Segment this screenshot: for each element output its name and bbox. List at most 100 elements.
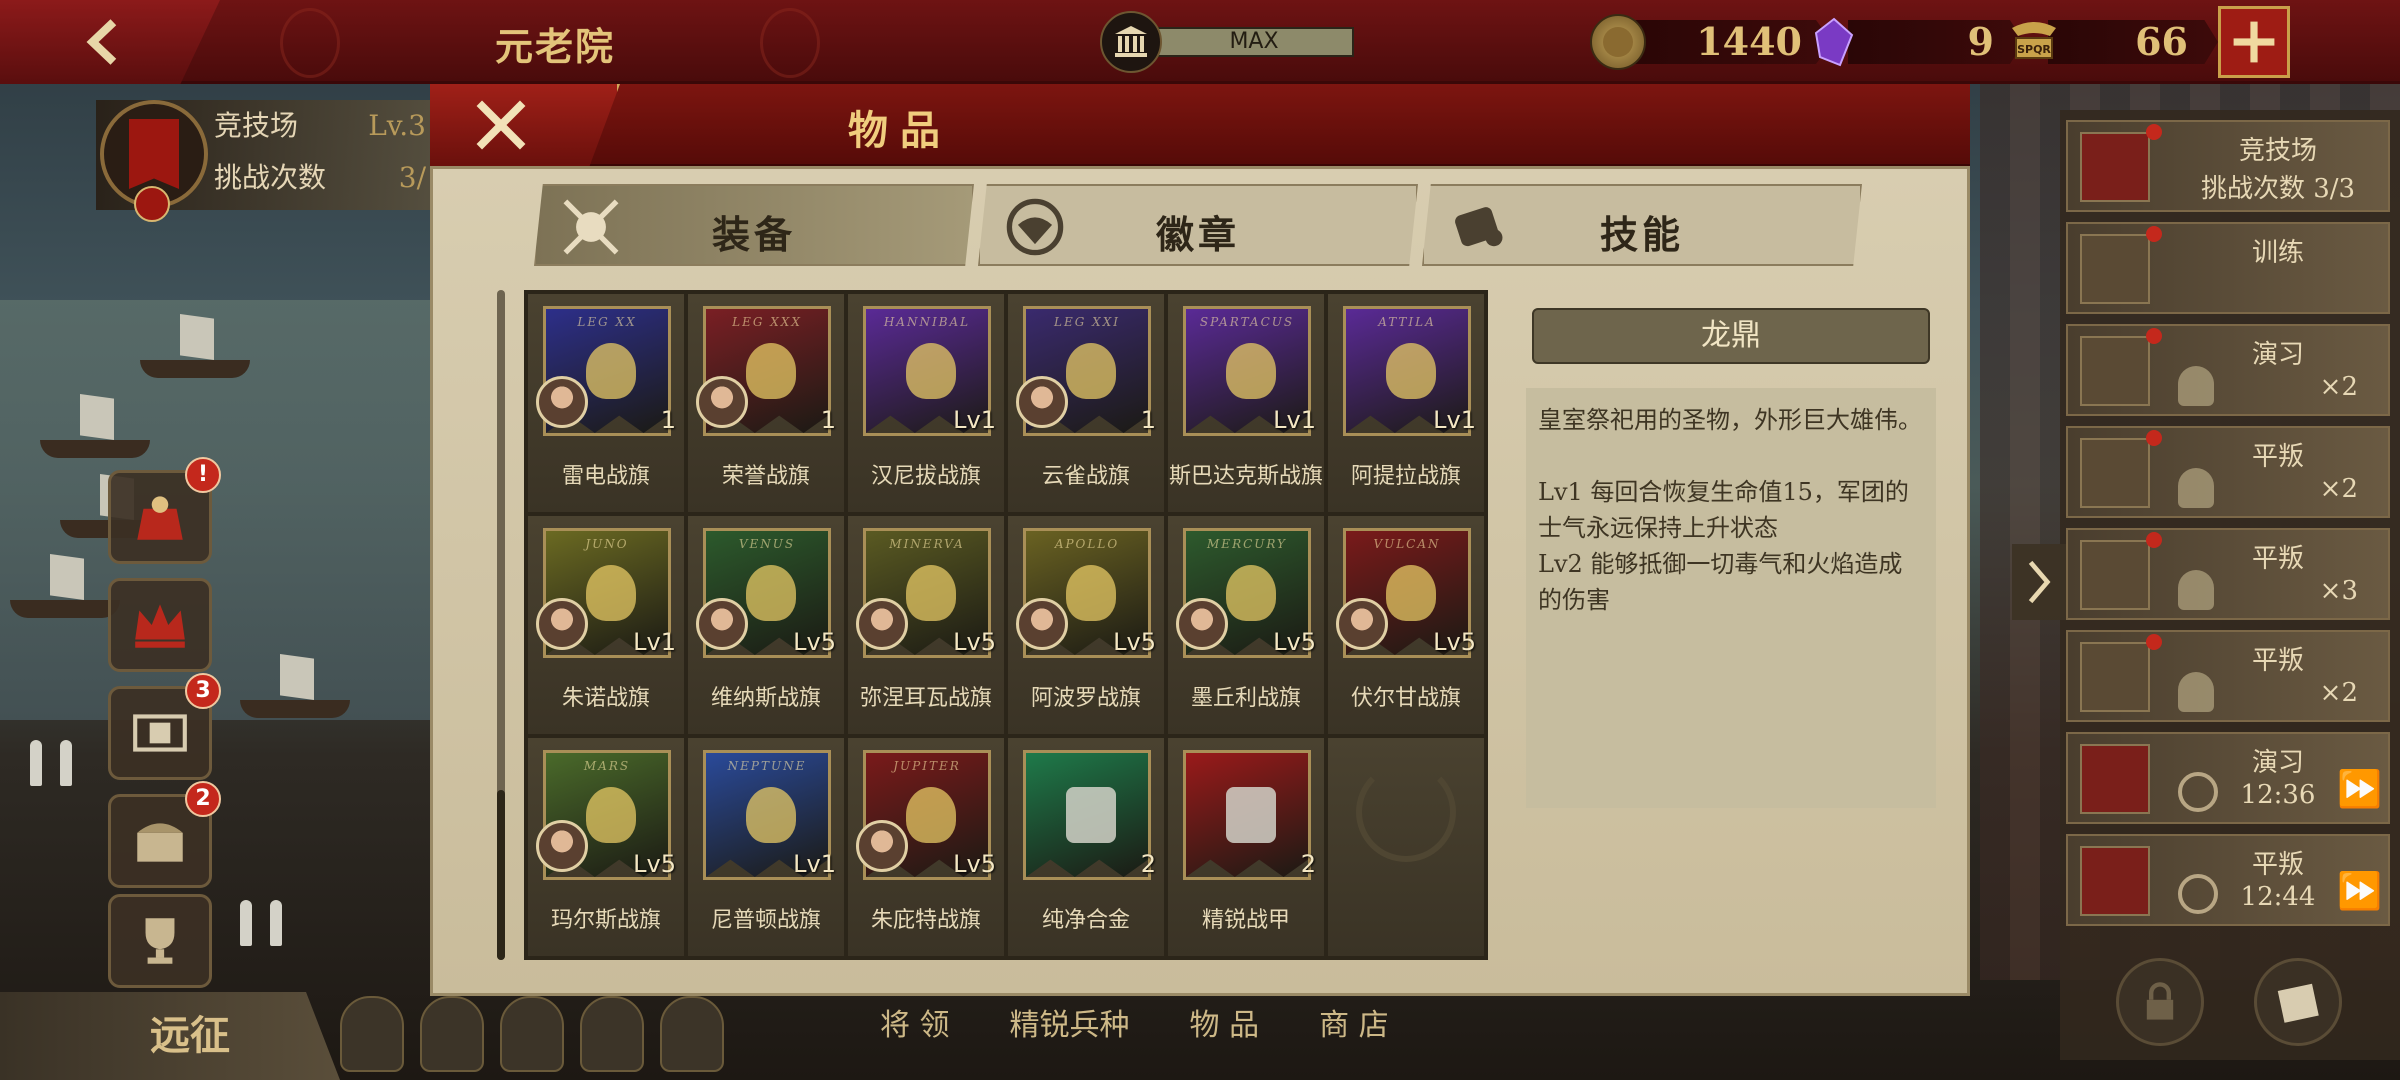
item-slot[interactable]: APOLLO Lv5 阿波罗战旗	[1008, 516, 1164, 734]
gem-resource[interactable]: 9	[1806, 14, 2024, 70]
nav-items[interactable]: 物 品	[1190, 1000, 1260, 1044]
helmet-icon[interactable]	[500, 996, 564, 1072]
item-slot[interactable]: JUNO Lv1 朱诺战旗	[528, 516, 684, 734]
item-slot[interactable]: HANNIBAL Lv1 汉尼拔战旗	[848, 294, 1004, 512]
quest-item[interactable]: 平叛 ×2	[2066, 630, 2390, 722]
lock-button[interactable]	[2116, 958, 2204, 1046]
item-level: Lv5	[793, 628, 836, 656]
arena-challenges-value: 3/	[398, 161, 426, 194]
item-slot[interactable]: LEG XXI 1 云雀战旗	[1008, 294, 1164, 512]
back-button[interactable]	[0, 0, 220, 84]
item-name: 弥涅耳瓦战旗	[859, 686, 992, 711]
item-slot[interactable]: 2 精锐战甲	[1168, 738, 1324, 956]
gem-icon	[1806, 14, 1862, 70]
nav-elite-troops[interactable]: 精锐兵种	[1010, 1000, 1130, 1044]
back-arrow-icon	[86, 19, 117, 65]
quest-item[interactable]: 演习 ×2	[2066, 324, 2390, 416]
quest-subtitle: ×2	[2319, 474, 2358, 504]
item-slot[interactable]: MARS Lv5 玛尔斯战旗	[528, 738, 684, 956]
expedition-button[interactable]: 远征	[0, 992, 340, 1080]
gift-bag-button[interactable]: !	[108, 457, 221, 564]
notification-badge: 3	[185, 673, 221, 709]
item-slot[interactable]: MERCURY Lv5 墨丘利战旗	[1168, 516, 1324, 734]
quest-subtitle: ×3	[2319, 576, 2358, 606]
quest-icon	[2080, 438, 2150, 508]
item-slot[interactable]: JUPITER Lv5 朱庇特战旗	[848, 738, 1004, 956]
tab-badges[interactable]: 徽章	[978, 184, 1418, 266]
banner-emblem-icon	[906, 565, 956, 621]
item-slot[interactable]: VULCAN Lv5 伏尔甘战旗	[1328, 516, 1484, 734]
quest-subtitle: 12:44	[2240, 882, 2316, 912]
close-button[interactable]	[430, 84, 620, 166]
banner-inscription: LEG XX	[577, 315, 637, 329]
arena-level: Lv.3	[368, 109, 426, 142]
quest-icon	[2080, 642, 2150, 712]
expand-panel-button[interactable]	[2012, 544, 2066, 620]
film-button[interactable]: 3	[108, 673, 221, 780]
tab-equipment[interactable]: 装备	[534, 184, 974, 266]
spqr-resource[interactable]: SPQR 66	[2006, 14, 2218, 70]
statue	[240, 900, 252, 946]
helmet-icon[interactable]	[420, 996, 484, 1072]
items-scrollbar[interactable]	[497, 290, 505, 960]
helmet-icon[interactable]	[580, 996, 644, 1072]
item-slot[interactable]: LEG XXX 1 荣誉战旗	[688, 294, 844, 512]
ship	[140, 360, 250, 378]
codex-button[interactable]	[2254, 958, 2342, 1046]
coin-resource[interactable]: 1440	[1590, 14, 1832, 70]
banner-inscription: APOLLO	[1054, 537, 1120, 551]
item-level: Lv1	[793, 850, 836, 878]
item-slot[interactable]: MINERVA Lv5 弥涅耳瓦战旗	[848, 516, 1004, 734]
item-slot-empty	[1328, 738, 1484, 956]
banner-emblem-icon	[1066, 565, 1116, 621]
banner-emblem-icon	[906, 343, 956, 399]
quest-subtitle: ×2	[2319, 678, 2358, 708]
notification-dot	[2146, 430, 2162, 446]
item-slot[interactable]: LEG XX 1 雷电战旗	[528, 294, 684, 512]
banner-emblem-icon	[746, 787, 796, 843]
helmet-armor-icon	[1226, 787, 1276, 843]
helmet-icon[interactable]	[340, 996, 404, 1072]
senate-level-indicator[interactable]: MAX	[1100, 11, 1354, 73]
quest-item[interactable]: 平叛 ×3	[2066, 528, 2390, 620]
laurel-left-icon	[280, 8, 340, 78]
trophy-button[interactable]	[108, 894, 212, 988]
nav-generals[interactable]: 将 领	[880, 1000, 950, 1044]
spqr-value: 66	[2048, 20, 2218, 64]
quest-item[interactable]: 平叛 ⏩ 12:44	[2066, 834, 2390, 926]
nav-shop[interactable]: 商 店	[1319, 1000, 1389, 1044]
banner-emblem-icon	[586, 565, 636, 621]
item-slot[interactable]: VENUS Lv5 维纳斯战旗	[688, 516, 844, 734]
senate-building-icon	[1100, 11, 1162, 73]
item-slot[interactable]: SPARTACUS Lv1 斯巴达克斯战旗	[1168, 294, 1324, 512]
arena-banner-icon[interactable]	[100, 100, 208, 222]
hero-portrait	[536, 376, 588, 428]
item-detail-panel: 皇室祭祀用的圣物，外形巨大雄伟。 Lv1 每回合恢复生命值15，军团的士气永远保…	[1526, 388, 1936, 808]
item-slot[interactable]: ATTILA Lv1 阿提拉战旗	[1328, 294, 1484, 512]
item-level: 1	[660, 406, 676, 434]
crown-button[interactable]	[108, 578, 212, 672]
swap-icon[interactable]	[134, 186, 170, 222]
banner-emblem-icon	[906, 787, 956, 843]
banner-emblem-icon	[1386, 343, 1436, 399]
chest-button[interactable]: 2	[108, 781, 221, 888]
item-slot[interactable]: NEPTUNE Lv1 尼普顿战旗	[688, 738, 844, 956]
add-resource-button[interactable]	[2218, 6, 2290, 78]
notification-dot	[2146, 124, 2162, 140]
hero-portrait	[1176, 598, 1228, 650]
item-image-frame	[1183, 750, 1311, 880]
tab-label: 徽章	[1155, 212, 1240, 257]
quest-item[interactable]: 竞技场 挑战次数 3/3	[2066, 120, 2390, 212]
quest-item[interactable]: 演习 ⏩ 12:36	[2066, 732, 2390, 824]
helmet-icon[interactable]	[660, 996, 724, 1072]
item-level: 1	[820, 406, 836, 434]
quest-item[interactable]: 平叛 ×2	[2066, 426, 2390, 518]
quest-title: 平叛	[2251, 442, 2304, 472]
item-slot[interactable]: 2 纯净合金	[1008, 738, 1164, 956]
tab-skills[interactable]: 技能	[1422, 184, 1862, 266]
hero-portrait	[1336, 598, 1388, 650]
item-level: Lv1	[953, 406, 996, 434]
quest-item[interactable]: 训练	[2066, 222, 2390, 314]
scrollbar-thumb[interactable]	[497, 790, 505, 960]
item-name: 雷电战旗	[561, 464, 650, 489]
